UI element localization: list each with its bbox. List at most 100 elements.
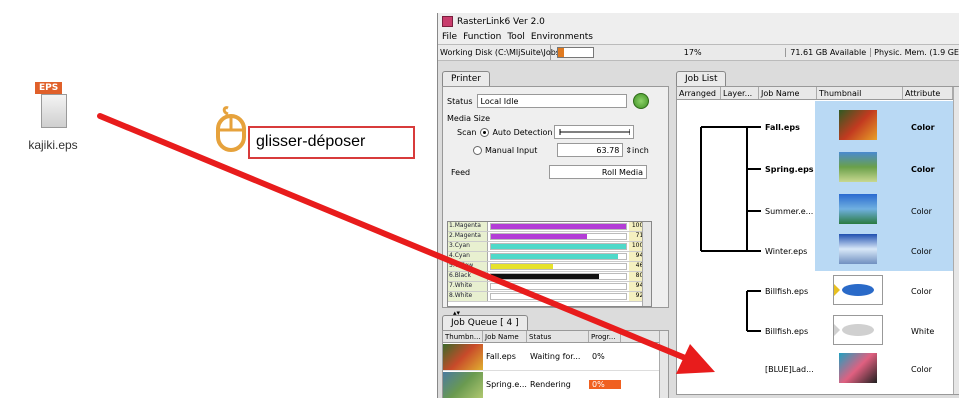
- attribute-blue-lady: Color: [911, 365, 932, 374]
- eps-file-icon[interactable]: EPS kajiki.eps: [8, 82, 98, 152]
- mouse-icon: [216, 106, 246, 152]
- job-name-billfish-white[interactable]: Billfish.eps: [765, 327, 808, 336]
- ink-name: 6.Black: [448, 272, 488, 281]
- manual-input-label: Manual Input: [485, 145, 538, 155]
- feed-field: Roll Media: [549, 165, 647, 179]
- disk-usage-percent: 17%: [683, 48, 702, 57]
- job-status: Waiting for...: [530, 352, 581, 361]
- auto-detection-radio[interactable]: [480, 127, 490, 137]
- feed-label: Feed: [451, 167, 471, 177]
- table-row[interactable]: Fall.eps Waiting for... 0%: [443, 343, 668, 371]
- job-status: Rendering: [530, 380, 571, 389]
- file-name-label: kajiki.eps: [28, 138, 78, 152]
- job-name-spring[interactable]: Spring.eps: [765, 165, 814, 174]
- disk-available: 71.61 GB Available: [785, 48, 870, 57]
- status-label: Status: [447, 96, 473, 106]
- media-size-label: Media Size: [447, 114, 490, 123]
- scan-label: Scan: [457, 127, 477, 137]
- thumbnail-billfish-white: [833, 315, 883, 345]
- job-name-billfish-color[interactable]: Billfish.eps: [765, 287, 808, 296]
- job-list-table: Arranged Layer... Job Name Thumbnail Att…: [676, 86, 959, 395]
- tab-job-list[interactable]: Job List: [676, 71, 727, 86]
- menu-file[interactable]: File: [442, 32, 457, 42]
- selected-group-highlight: [815, 101, 959, 271]
- physical-memory: Physic. Mem. (1.9 GE: [870, 48, 959, 57]
- disk-status-bar: Working Disk (C:\MljSuite\Jobs\RL01:) 17…: [438, 44, 959, 61]
- status-field: Local Idle: [476, 94, 627, 108]
- menu-tool[interactable]: Tool: [507, 32, 524, 42]
- printer-go-button[interactable]: [632, 93, 649, 109]
- ink-level-fill: [491, 284, 618, 289]
- ink-row: 7.White94%: [448, 282, 651, 292]
- manual-input-radio[interactable]: [473, 145, 482, 155]
- ink-row: 8.White92%: [448, 292, 651, 302]
- tab-job-queue[interactable]: Job Queue [ 4 ]: [442, 315, 528, 330]
- ink-row: 3.Cyan 100%: [448, 242, 651, 252]
- rasterlink-window: RasterLink6 Ver 2.0 File Function Tool E…: [437, 13, 959, 398]
- thumbnail-fall: [839, 110, 877, 140]
- job-queue-header: Thumbn... Job Name Status Progr...: [443, 331, 668, 343]
- ink-name: 1.Magenta: [448, 222, 488, 231]
- fish-icon: [834, 284, 874, 296]
- column-layer[interactable]: Layer...: [721, 87, 759, 99]
- job-name-fall[interactable]: Fall.eps: [765, 123, 800, 132]
- attribute-billfish-white: White: [911, 327, 935, 336]
- job-queue-panel: Job Queue [ 4 ] Thumbn... Job Name Statu…: [442, 315, 669, 398]
- job-thumbnail: [443, 371, 483, 398]
- menu-bar: File Function Tool Environments: [438, 30, 959, 44]
- column-job-name[interactable]: Job Name: [759, 87, 817, 99]
- column-job-name[interactable]: Job Name: [483, 331, 527, 342]
- column-thumbnail[interactable]: Thumbnail: [817, 87, 903, 99]
- column-arranged[interactable]: Arranged: [677, 87, 721, 99]
- menu-environments[interactable]: Environments: [531, 32, 593, 42]
- ink-name: 8.White: [448, 292, 488, 301]
- menu-function[interactable]: Function: [463, 32, 501, 42]
- job-queue-scrollbar[interactable]: [659, 331, 668, 398]
- scan-width-indicator: [554, 125, 635, 139]
- job-name: Fall.eps: [486, 352, 516, 361]
- job-progress: 0%: [592, 352, 605, 361]
- job-list-scrollbar[interactable]: [953, 87, 959, 394]
- title-bar[interactable]: RasterLink6 Ver 2.0: [438, 13, 959, 30]
- attribute-billfish-color: Color: [911, 287, 932, 296]
- attribute-summer: Color: [911, 207, 932, 216]
- ink-list-scrollbar[interactable]: [642, 222, 651, 306]
- printer-panel: Printer Status Local Idle Media Size Sca…: [442, 71, 669, 317]
- attribute-fall: Color: [911, 123, 935, 132]
- job-name-blue-lady[interactable]: [BLUE]Lad...: [765, 365, 814, 374]
- spinner-icon[interactable]: ⇕: [625, 146, 632, 155]
- table-row[interactable]: Spring.e... Rendering 0%: [443, 371, 668, 398]
- ink-level-fill: [491, 274, 599, 279]
- tab-printer[interactable]: Printer: [442, 71, 490, 86]
- thumbnail-billfish-color: [833, 275, 883, 305]
- job-name-summer[interactable]: Summer.e...: [765, 207, 813, 216]
- ink-level-fill: [491, 254, 618, 259]
- manual-input-field[interactable]: 63.78: [557, 143, 624, 157]
- ink-name: 2.Magenta: [448, 232, 488, 241]
- ink-level-bar: [490, 233, 627, 240]
- column-progress[interactable]: Progr...: [589, 331, 621, 342]
- ink-level-bar: [490, 243, 627, 250]
- printer-content: Status Local Idle Media Size Scan Auto D…: [442, 86, 669, 317]
- job-name: Spring.e...: [486, 380, 527, 389]
- width-arrow-icon: [559, 129, 631, 135]
- job-list-header: Arranged Layer... Job Name Thumbnail Att…: [677, 87, 959, 100]
- ink-level-bar: [490, 263, 627, 270]
- column-thumbnail[interactable]: Thumbn...: [443, 331, 483, 342]
- ink-row: 6.Black80%: [448, 272, 651, 282]
- job-list-panel: Job List Arranged Layer... Job Name Thum…: [676, 71, 959, 398]
- thumbnail-blue-lady: [839, 353, 877, 383]
- layer-tree-lines: [700, 126, 761, 332]
- app-icon: [442, 16, 453, 27]
- job-progress: 0%: [589, 380, 621, 389]
- ink-level-fill: [491, 264, 554, 269]
- ink-level-bar: [490, 273, 627, 280]
- column-status[interactable]: Status: [527, 331, 589, 342]
- drag-drop-label: glisser-déposer: [248, 126, 415, 159]
- job-name-winter[interactable]: Winter.eps: [765, 247, 807, 256]
- ink-row: 5.Yellow46%: [448, 262, 651, 272]
- job-thumbnail: [443, 343, 483, 370]
- ink-row: 2.Magenta71%: [448, 232, 651, 242]
- column-attribute[interactable]: Attribute: [903, 87, 953, 99]
- thumbnail-summer: [839, 194, 877, 224]
